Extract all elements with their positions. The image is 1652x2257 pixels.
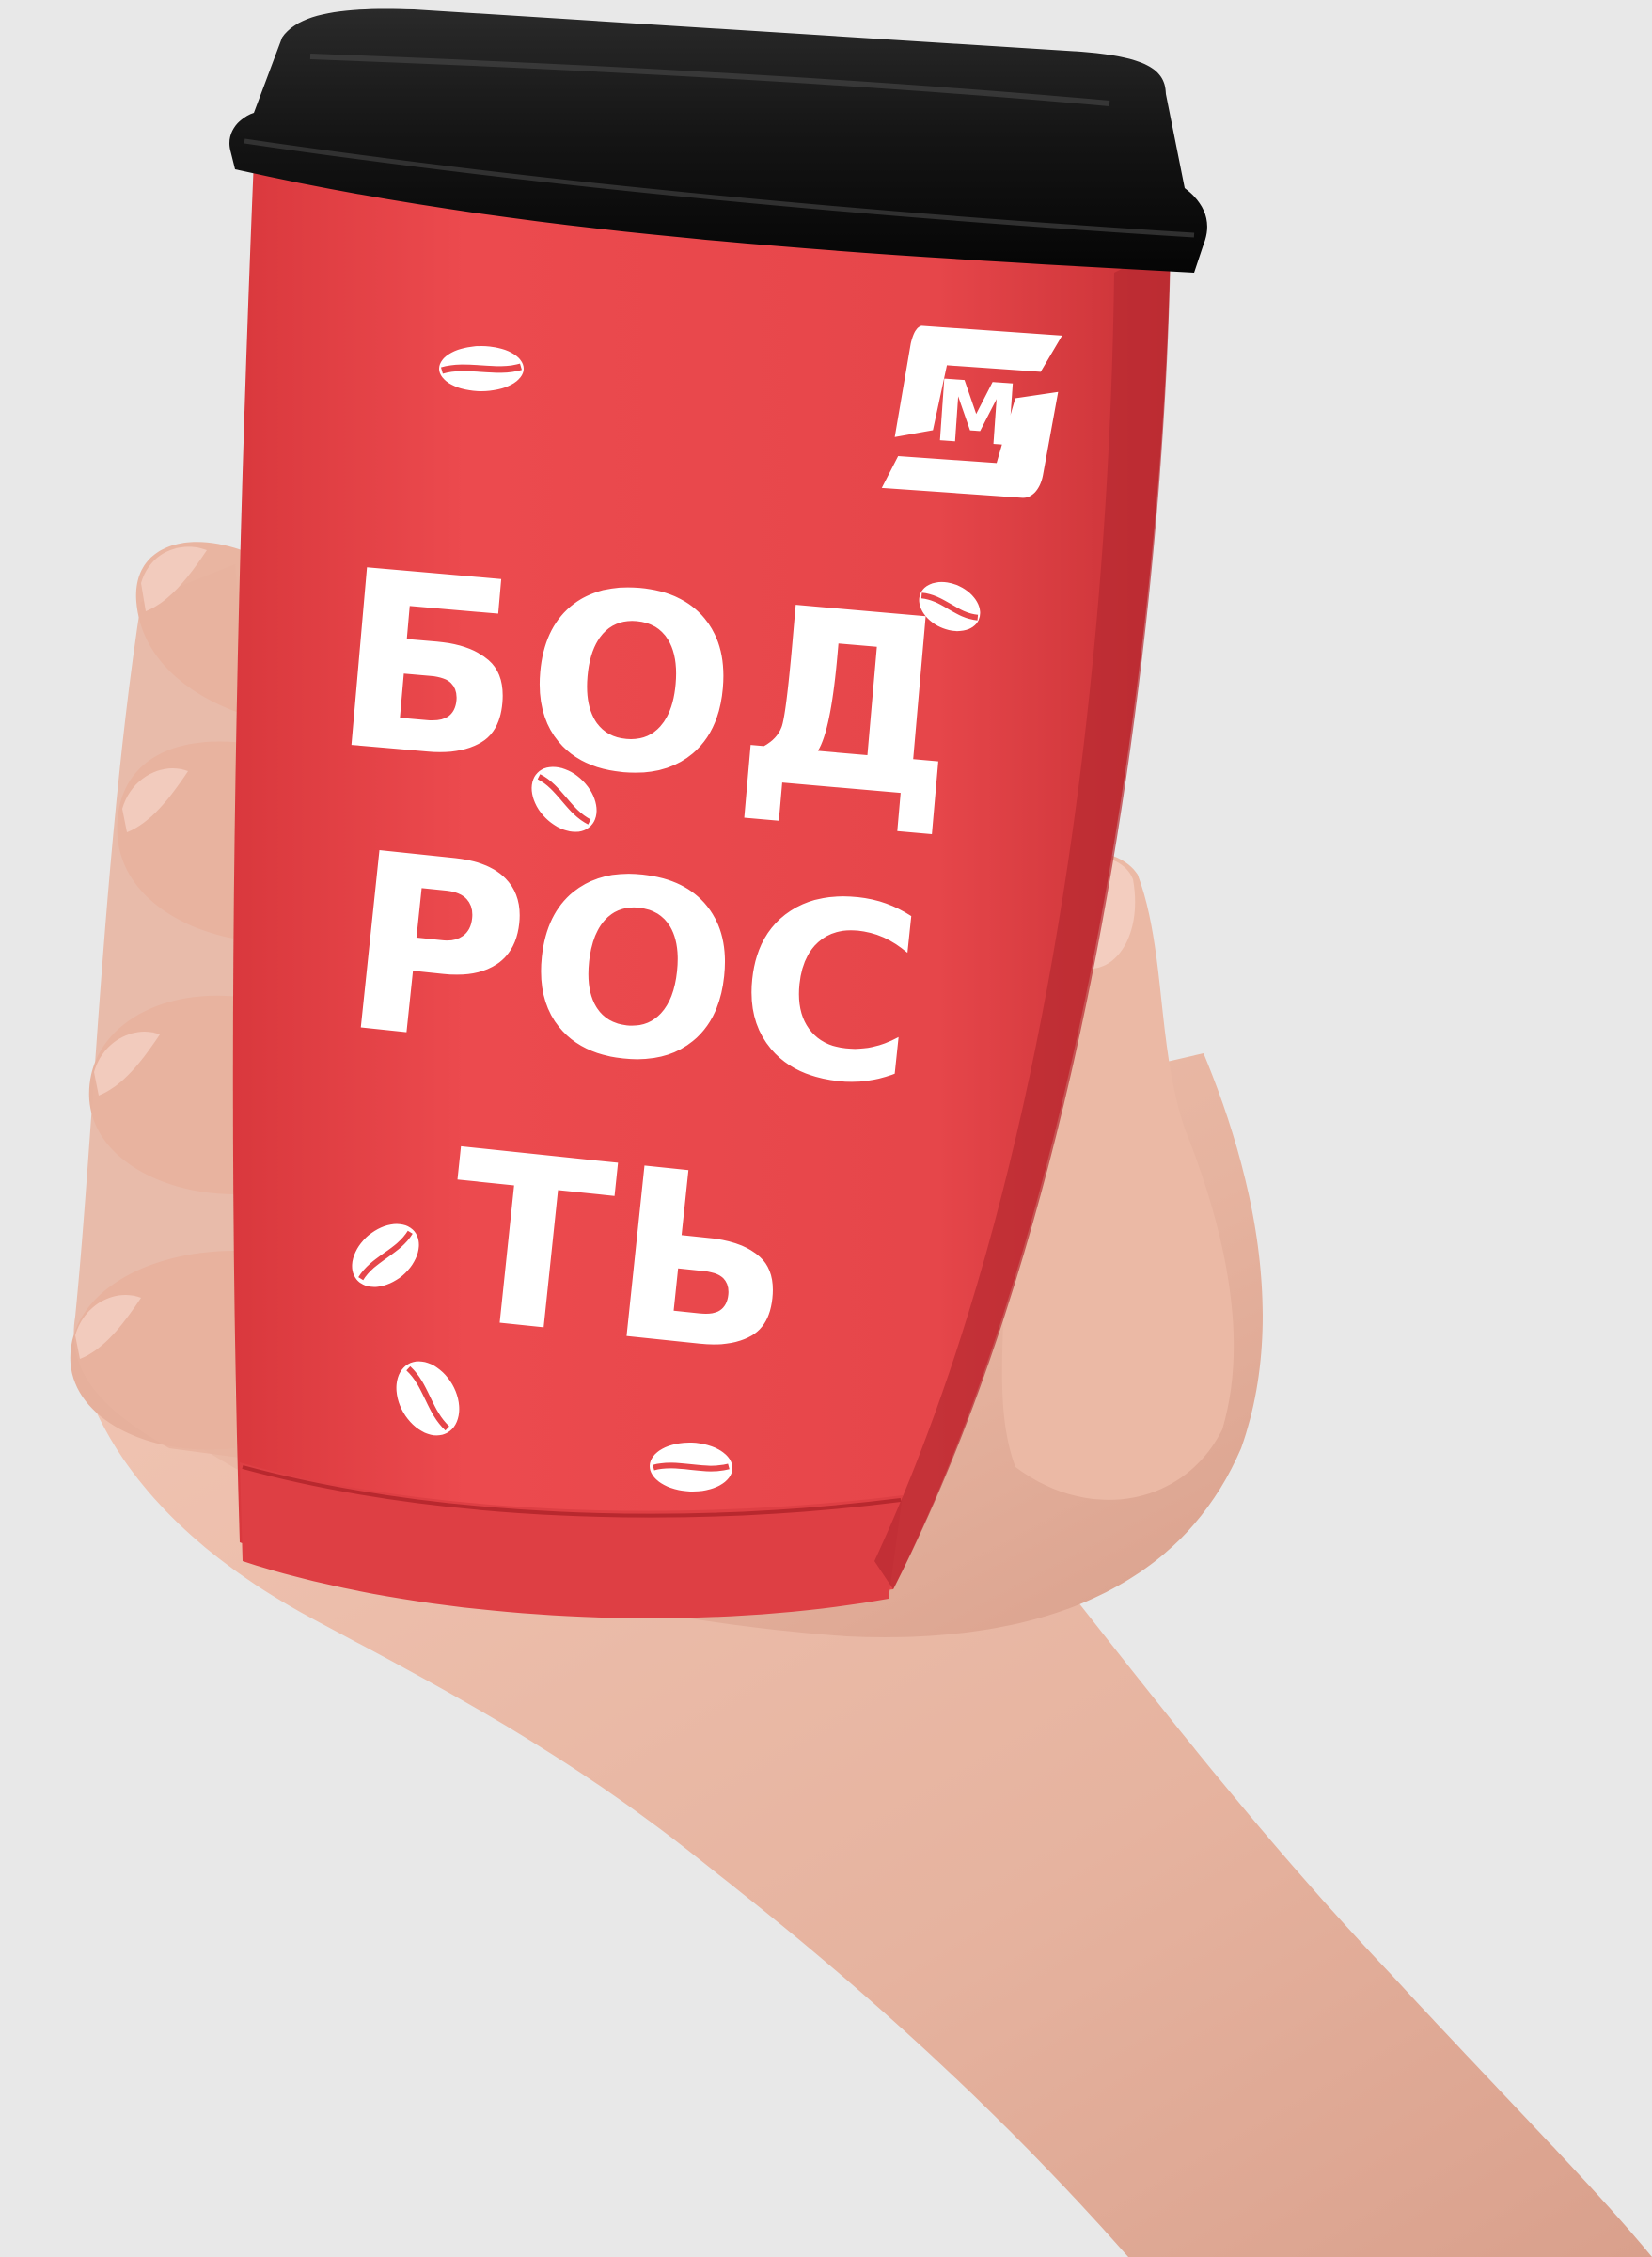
logo-letter: М — [931, 362, 1022, 466]
cup-lettering-line-1: БОД — [324, 518, 976, 856]
cup-lettering-line-2: РОС — [333, 800, 937, 1144]
cup-lettering-line-3: ТЬ — [436, 1099, 810, 1408]
photo-scene: М БОД РОС ТЬ — [0, 0, 1652, 2257]
coffee-bean-icon — [439, 346, 524, 391]
photo-illustration: М БОД РОС ТЬ — [70, 8, 1652, 2257]
